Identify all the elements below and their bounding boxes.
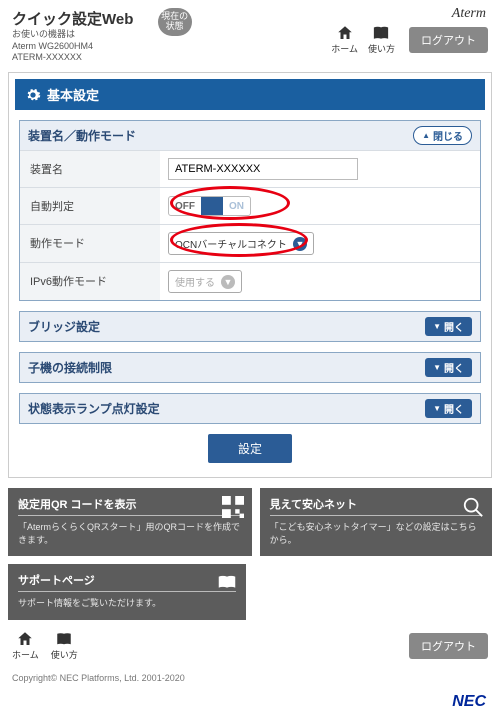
home-link[interactable]: ホーム (331, 24, 358, 55)
panel-device-mode: 装置名／動作モード ▲閉じる 装置名 自動判定 OFF ON 動作モード (19, 120, 481, 301)
panel-title: ブリッジ設定 (28, 318, 100, 335)
ipv6-mode-select: 使用する ▼ (168, 270, 242, 293)
logout-button[interactable]: ログアウト (409, 633, 488, 659)
copyright: Copyright© NEC Platforms, Ltd. 2001-2020 (0, 667, 500, 693)
device-sub: お使いの機器は Aterm WG2600HM4 ATERM-XXXXXX (12, 29, 152, 64)
footer: ホーム 使い方 ログアウト (0, 620, 500, 667)
panel-open-button[interactable]: ▼開く (425, 358, 472, 377)
chevron-down-icon: ▼ (293, 237, 307, 251)
home-icon (16, 630, 34, 648)
card-title: 見えて安心ネット (270, 496, 482, 516)
home-link[interactable]: ホーム (12, 630, 39, 661)
app-title: クイック設定Web (12, 8, 152, 29)
magnifier-icon (462, 496, 484, 521)
card-body: 「こども安心ネットタイマー」などの設定はこちらから。 (270, 520, 482, 546)
book-icon (55, 630, 73, 648)
book-icon (372, 24, 390, 42)
label-ipv6-mode: IPv6動作モード (20, 263, 160, 300)
apply-button[interactable]: 設定 (208, 434, 292, 463)
qr-icon (222, 496, 244, 521)
panel-open-button[interactable]: ▼開く (425, 317, 472, 336)
panel-title: 状態表示ランプ点灯設定 (28, 400, 160, 417)
op-mode-select[interactable]: OCNバーチャルコネクト ▼ (168, 232, 314, 255)
panel-led: 状態表示ランプ点灯設定 ▼開く (19, 393, 481, 424)
nec-logo: NEC (0, 693, 500, 721)
panel-title: 子機の接続制限 (28, 359, 112, 376)
gear-icon (25, 87, 41, 103)
card-qr[interactable]: 設定用QR コードを表示 「AtermらくらくQRスタート」用のQRコードを作成… (8, 488, 252, 556)
label-device-name: 装置名 (20, 151, 160, 187)
auto-detect-toggle[interactable]: OFF ON (168, 196, 251, 216)
main-page: 基本設定 装置名／動作モード ▲閉じる 装置名 自動判定 OFF ON 動作モー… (8, 72, 492, 478)
chevron-down-icon: ▼ (221, 275, 235, 289)
label-auto-detect: 自動判定 (20, 188, 160, 224)
card-body: サポート情報をご覧いただけます。 (18, 596, 236, 609)
header: クイック設定Web お使いの機器は Aterm WG2600HM4 ATERM-… (0, 0, 500, 68)
card-body: 「AtermらくらくQRスタート」用のQRコードを作成できます。 (18, 520, 242, 546)
howto-link[interactable]: 使い方 (51, 630, 78, 661)
panel-title: 装置名／動作モード (28, 127, 136, 144)
brand-logo: Aterm (452, 6, 486, 22)
logout-button[interactable]: ログアウト (409, 27, 488, 53)
panel-open-button[interactable]: ▼開く (425, 399, 472, 418)
home-icon (336, 24, 354, 42)
panel-close-button[interactable]: ▲閉じる (413, 126, 472, 145)
panel-child-limit: 子機の接続制限 ▼開く (19, 352, 481, 383)
label-op-mode: 動作モード (20, 225, 160, 262)
card-safenet[interactable]: 見えて安心ネット 「こども安心ネットタイマー」などの設定はこちらから。 (260, 488, 492, 556)
card-title: 設定用QR コードを表示 (18, 496, 242, 516)
panel-bridge: ブリッジ設定 ▼開く (19, 311, 481, 342)
book-icon (216, 572, 238, 597)
card-support[interactable]: サポートページ サポート情報をご覧いただけます。 (8, 564, 246, 620)
card-title: サポートページ (18, 572, 236, 592)
section-title: 基本設定 (15, 79, 485, 110)
device-name-input[interactable] (168, 158, 358, 180)
howto-link[interactable]: 使い方 (368, 24, 395, 55)
current-status-button[interactable]: 現在の 状態 (158, 8, 192, 36)
